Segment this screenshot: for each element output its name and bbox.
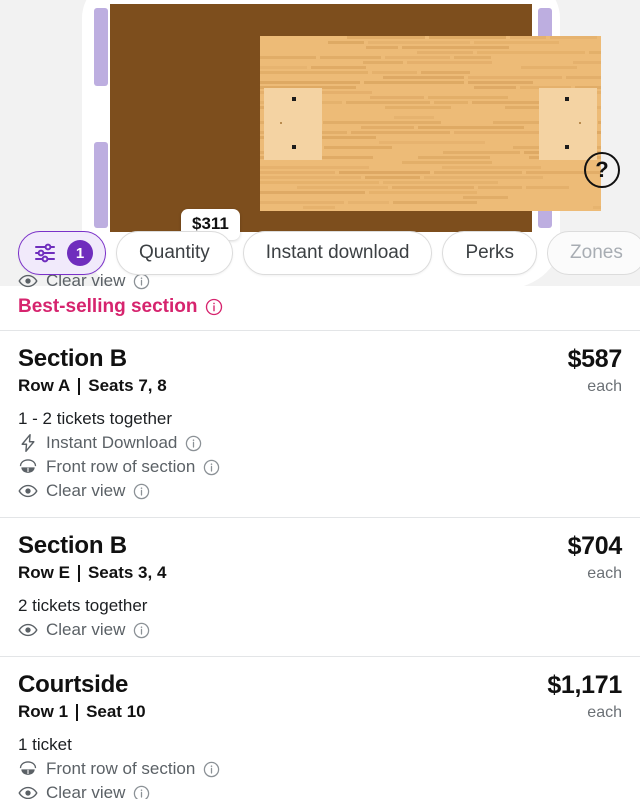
listing-row-seats: Row A Seats 7, 8 [18,376,556,396]
listing-price-unit: each [587,378,622,395]
map-lower-bowl[interactable] [110,4,601,232]
listing-seats-label: Seat 10 [86,702,146,721]
listing-row-seats: Row E Seats 3, 4 [18,563,556,583]
listing-perk-label: Front row of section [46,457,196,476]
seat-icon [18,457,38,477]
listing-pricing: $704 each [556,532,623,640]
eye-icon [18,620,38,640]
listing-row-label: Row 1 [18,702,69,721]
chip-perks[interactable]: Perks [442,231,538,275]
filter-chip-bar[interactable]: 1 Quantity Instant download Perks Zones [0,231,640,275]
chip-quantity[interactable]: Quantity [116,231,233,275]
help-icon[interactable]: ? [584,152,620,188]
court-marker [565,97,569,101]
seat-icon [18,759,38,779]
listing-perk: Clear view [18,783,535,799]
listing-price: $704 [567,532,623,560]
chip-zones[interactable]: Zones [547,231,640,275]
listing-price-unit: each [587,565,622,582]
listing-details: Courtside Row 1 Seat 10 1 ticket Front row o… [18,671,535,799]
listing-section: Section B [18,345,127,372]
info-icon[interactable] [203,761,220,778]
eye-icon [18,783,38,799]
listing-section: Courtside [18,671,129,698]
listing-price: $587 [567,345,623,373]
separator [77,564,80,582]
best-selling-banner: Best-selling section [0,286,640,330]
listing-seats-label: Seats 7, 8 [88,376,167,395]
listing-perk-label: Clear view [46,783,126,799]
listing-seats-label: Seats 3, 4 [87,563,167,582]
info-icon[interactable] [185,435,202,452]
info-icon[interactable] [133,785,150,799]
info-icon[interactable] [133,622,150,639]
listing-row[interactable]: Courtside Row 1 Seat 10 1 ticket Front row o… [0,657,640,799]
chip-instant-download-label: Instant download [265,242,410,263]
listing-perk: Clear view [18,481,556,501]
listing-quantity: 1 ticket [18,735,72,754]
info-icon[interactable] [203,459,220,476]
separator [76,703,79,721]
info-icon[interactable] [133,273,150,290]
listing-perk-label: Clear view [46,481,126,500]
ticket-listings: Best-selling section Section B Row A Seats… [0,286,640,799]
listings-container: Section B Row A Seats 7, 8 1 - 2 tickets to… [0,331,640,799]
listing-perk: Front row of section [18,457,556,477]
map-section-left-lower[interactable] [94,142,108,228]
court-marker [292,145,296,149]
sliders-icon [33,241,57,265]
court-marker [292,97,296,101]
map-section-left-upper[interactable] [94,8,108,86]
info-icon[interactable] [205,298,223,316]
listing-perk-label: Instant Download [46,433,178,452]
best-selling-label: Best-selling section [18,296,198,317]
court-marker [280,122,282,124]
eye-icon [18,481,38,501]
listing-quantity: 1 - 2 tickets together [18,409,173,428]
listing-perk-label: Front row of section [46,759,196,778]
court-marker [579,122,581,124]
help-glyph: ? [595,157,609,182]
ticket-map-screen: $311 ? Clear view 1 Quantity Instant dow… [0,0,640,799]
listing-row[interactable]: Section B Row E Seats 3, 4 2 tickets togeth… [0,518,640,656]
separator [78,377,81,395]
chip-instant-download[interactable]: Instant download [242,231,433,275]
listing-section: Section B [18,532,127,559]
filters-count-badge: 1 [67,240,93,266]
listing-details: Section B Row A Seats 7, 8 1 - 2 tickets to… [18,345,556,501]
listing-perk: Clear view [18,620,556,640]
court-marker [565,145,569,149]
info-icon[interactable] [133,483,150,500]
listing-perk: Instant Download [18,433,556,453]
listing-pricing: $587 each [556,345,623,501]
listing-row-label: Row A [18,376,71,395]
chip-quantity-label: Quantity [139,242,210,263]
listing-perk: Front row of section [18,759,535,779]
listing-price: $1,171 [547,671,622,699]
listing-details: Section B Row E Seats 3, 4 2 tickets togeth… [18,532,556,640]
chip-perks-label: Perks [465,242,515,263]
listing-row-label: Row E [18,563,70,582]
listing-row[interactable]: Section B Row A Seats 7, 8 1 - 2 tickets to… [0,331,640,517]
listing-perk-label: Clear view [46,620,126,639]
chip-zones-label: Zones [570,242,623,263]
lightning-bolt-icon [18,433,38,453]
listing-pricing: $1,171 each [535,671,622,799]
listing-row-seats: Row 1 Seat 10 [18,702,535,722]
filters-button[interactable]: 1 [18,231,106,275]
basketball-court[interactable] [260,36,601,211]
listing-price-unit: each [587,704,622,721]
listing-quantity: 2 tickets together [18,596,148,615]
